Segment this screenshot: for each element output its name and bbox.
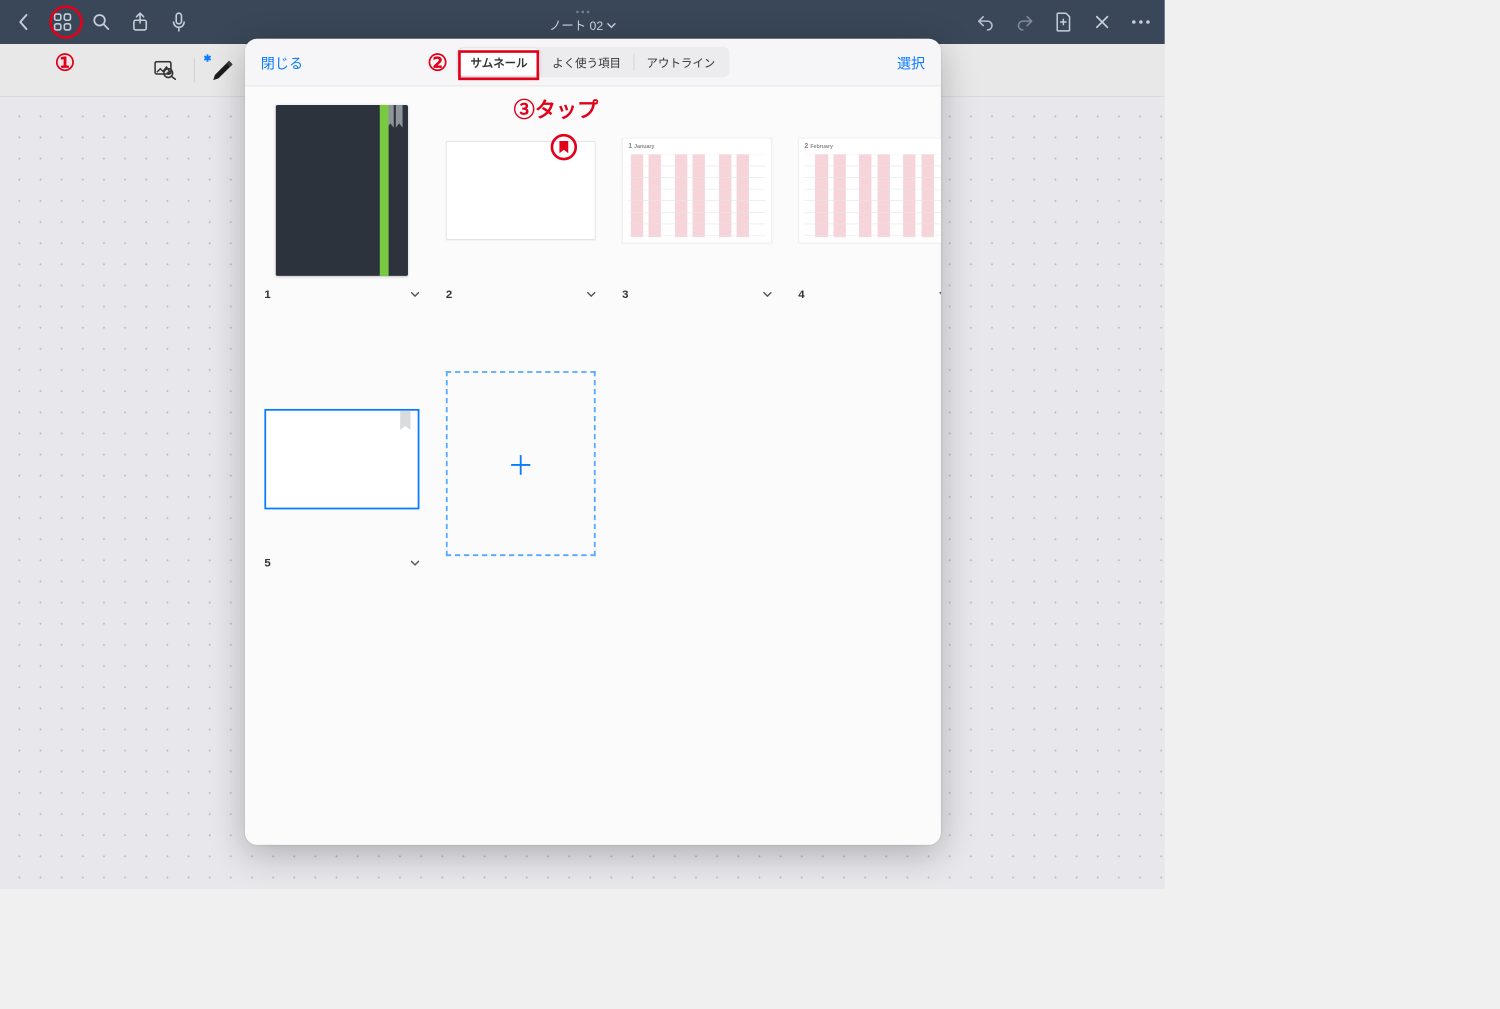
popover-body: 1 2 1 January <box>245 86 941 845</box>
zoom-image-icon[interactable] <box>150 54 182 86</box>
page-thumbnail[interactable]: 1 <box>264 102 419 300</box>
annotation-text-3: ③タップ <box>514 93 599 124</box>
page-5-selected <box>264 409 419 509</box>
document-title[interactable]: ノート 02 <box>549 16 615 34</box>
select-button[interactable]: 選択 <box>897 52 925 73</box>
pen-tool-icon[interactable]: ✱ <box>207 54 239 86</box>
drag-handle-icon[interactable] <box>569 10 595 14</box>
page-thumbnail[interactable]: 2 February <box>798 102 941 300</box>
chevron-down-icon[interactable] <box>411 289 420 298</box>
page-thumbnail[interactable]: 1 January <box>622 102 772 300</box>
annotation-number-1: ① <box>55 49 76 76</box>
page-1-cover <box>276 105 408 276</box>
page-4-month: 2 February <box>798 137 941 243</box>
toolbar-divider <box>194 58 195 83</box>
nav-center: ノート 02 <box>203 10 962 34</box>
popover-header: 閉じる サムネール よく使う項目 アウトライン 選択 <box>245 39 941 87</box>
close-icon[interactable] <box>1091 11 1114 34</box>
chevron-down-icon[interactable] <box>587 289 596 298</box>
page-number: 1 <box>264 287 270 300</box>
chevron-down-icon[interactable] <box>411 558 420 567</box>
app-navbar: ノート 02 <box>0 0 1165 44</box>
share-icon[interactable] <box>129 11 152 34</box>
page-thumbnail[interactable]: 2 <box>446 102 596 300</box>
page-number: 3 <box>622 287 628 300</box>
page-thumbnail-current[interactable]: 5 <box>264 371 419 569</box>
plus-icon: ＋ <box>507 444 533 483</box>
annotation-number-2: ② <box>427 49 448 76</box>
page-number: 2 <box>446 287 452 300</box>
close-button[interactable]: 閉じる <box>261 52 303 73</box>
add-page-placeholder[interactable]: ＋ <box>446 371 596 556</box>
mic-icon[interactable] <box>167 11 190 34</box>
tab-outline[interactable]: アウトライン <box>634 48 727 75</box>
search-icon[interactable] <box>90 11 113 34</box>
bookmark-ribbon-icon <box>400 411 411 430</box>
tab-favorites[interactable]: よく使う項目 <box>540 48 633 75</box>
undo-icon[interactable] <box>974 11 997 34</box>
annotation-circle-1 <box>49 5 82 38</box>
page-number: 4 <box>798 287 804 300</box>
page-3-month: 1 January <box>622 137 772 243</box>
more-icon[interactable] <box>1129 11 1152 34</box>
document-title-text: ノート 02 <box>549 16 603 34</box>
add-page-button[interactable]: ＋ <box>446 371 596 569</box>
page-number: 5 <box>264 556 270 569</box>
annotation-bookmark-circle <box>551 134 577 160</box>
new-page-icon[interactable] <box>1052 11 1075 34</box>
annotation-rect-2 <box>458 50 539 80</box>
chevron-down-icon[interactable] <box>939 289 941 298</box>
back-icon[interactable] <box>12 11 35 34</box>
chevron-down-icon[interactable] <box>763 289 772 298</box>
redo-icon[interactable] <box>1013 11 1036 34</box>
thumbnails-popover: 閉じる サムネール よく使う項目 アウトライン 選択 <box>245 39 941 845</box>
